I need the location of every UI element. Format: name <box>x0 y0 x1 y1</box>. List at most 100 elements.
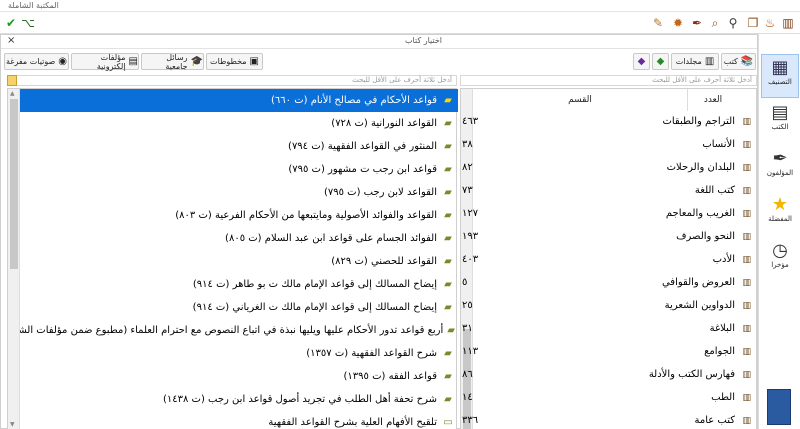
book-open-icon[interactable]: ❐ <box>745 15 761 31</box>
category-name: الأنساب <box>702 139 735 150</box>
app-title: المكتبة الشاملة <box>8 1 59 10</box>
book-row[interactable]: ▰ أربع قواعد تدور الأحكام عليها ويليها نب… <box>20 319 458 342</box>
category-count: ٨٦ <box>462 369 473 380</box>
book-row[interactable]: ▰ شرح القواعد الفقهية (ت ١٣٥٧) <box>20 342 458 365</box>
bookshelf-icon: ▥ <box>742 140 751 150</box>
scroll-thumb[interactable] <box>10 99 18 269</box>
bookshelf-icon: ▥ <box>742 117 751 127</box>
book-title: إيضاح المسالك إلى قواعد الإمام مالك ت بو… <box>192 279 437 290</box>
book-row[interactable]: ▭ تلقيح الأفهام العلية بشرح القواعد الفقه… <box>20 411 458 429</box>
category-row[interactable]: ▥ البلاغة ٣١ <box>462 318 757 341</box>
check-icon[interactable]: ✔ <box>3 15 19 31</box>
disc-icon: ◉ <box>58 56 68 67</box>
book-row[interactable]: ▰ القواعد للحصني (ت ٨٢٩) <box>20 250 458 273</box>
category-row[interactable]: ▥ كتب عامة ٣٣٦ <box>462 410 757 429</box>
category-row[interactable]: ▥ العروض والقوافي ٥ <box>462 272 757 295</box>
title-bar: المكتبة الشاملة <box>0 0 800 12</box>
book-icon: ▰ <box>444 371 452 382</box>
book-icon: ▰ <box>444 348 452 359</box>
sidebar-item-classification[interactable]: ▦ التصنيف <box>761 54 799 98</box>
quill-icon[interactable]: ✒ <box>689 15 705 31</box>
book-title: القواعد للحصني (ت ٨٢٩) <box>331 256 437 267</box>
book-row[interactable]: ▰ شرح تحفة أهل الطلب في تجريد أصول قواعد … <box>20 388 458 411</box>
tab-manuscripts[interactable]: ▣ مخطوطات <box>206 53 263 70</box>
book-title: المنثور في القواعد الفقهية (ت ٧٩٤) <box>288 141 437 152</box>
book-title: تلقيح الأفهام العلية بشرح القواعد الفقهي… <box>268 417 437 428</box>
sidebar-item-books[interactable]: ▤ الكتب <box>761 100 799 144</box>
category-name: النحو والصرف <box>676 231 735 242</box>
books-filter-input[interactable]: أدخل ثلاثة أحرف على الأقل للبحث <box>7 75 457 86</box>
sidebar-item-favorites[interactable]: ★ المفضلة <box>761 192 799 236</box>
search-icon[interactable]: ⚲ <box>725 15 741 31</box>
tree-icon[interactable]: ⌥ <box>20 15 36 31</box>
sidebar-item-recent[interactable]: ◷ مؤخرا <box>761 238 799 282</box>
categories-filter-input[interactable]: أدخل ثلاثة أحرف على الأقل للبحث <box>460 75 757 86</box>
ebook-icon: ▤ <box>128 56 138 67</box>
close-icon[interactable]: × <box>7 35 15 46</box>
book-title: إيضاح المسالك إلى قواعد الإمام مالك ت ال… <box>192 302 437 313</box>
category-row[interactable]: ▥ التراجم والطبقات ٤٦٣ <box>462 111 757 134</box>
tab-audio[interactable]: ◉ صوتيات مفرغة <box>4 53 69 70</box>
book-row[interactable]: ▰ المنثور في القواعد الفقهية (ت ٧٩٤) <box>20 135 458 158</box>
category-count: ٣٣٦ <box>462 415 479 426</box>
book-icon: ▰ <box>444 279 452 290</box>
feather-icon: ✒ <box>772 148 788 169</box>
category-row[interactable]: ▥ البلدان والرحلات ٨٢ <box>462 157 757 180</box>
tab-bar: 📚 كتب ▥ مجلدات ◆ ◆ ▣ مخطوطات 🎓 رسائل جام… <box>1 51 757 73</box>
tab-volumes[interactable]: ▥ مجلدات <box>671 53 719 70</box>
books-stack-icon: ▤ <box>771 102 789 123</box>
fire-icon[interactable]: ♨ <box>762 15 778 31</box>
tab-green-book[interactable]: ◆ <box>652 53 669 70</box>
scroll-up-icon[interactable]: ▲ <box>10 90 15 97</box>
book-list-scrollbar[interactable]: ▲ ▼ <box>8 89 20 429</box>
tab-books[interactable]: 📚 كتب <box>721 53 756 70</box>
category-row[interactable]: ▥ الجوامع ١١٣ <box>462 341 757 364</box>
column-header-category[interactable]: القسم <box>473 89 688 111</box>
category-row[interactable]: ▥ الأنساب ٣٨ <box>462 134 757 157</box>
book-title: القواعد لابن رجب (ت ٧٩٥) <box>323 187 437 198</box>
category-row[interactable]: ▥ النحو والصرف ١٩٣ <box>462 226 757 249</box>
tab-ebooks[interactable]: ▤ مؤلفات إلكترونية <box>71 53 139 71</box>
books-icon[interactable]: ▥ <box>780 15 796 31</box>
category-row[interactable]: ▥ الغريب والمعاجم ١٢٧ <box>462 203 757 226</box>
category-row[interactable]: ▥ الطب ١٤ <box>462 387 757 410</box>
scroll-down-icon[interactable]: ▼ <box>10 421 15 428</box>
book-row[interactable]: ▰ إيضاح المسالك إلى قواعد الإمام مالك ت ا… <box>20 296 458 319</box>
book-row[interactable]: ▰ القواعد لابن رجب (ت ٧٩٥) <box>20 181 458 204</box>
sidebar-item-authors[interactable]: ✒ المؤلفون <box>761 146 799 190</box>
bookshelf-icon: ▥ <box>742 347 751 357</box>
category-name: الدواوين الشعرية <box>664 300 735 311</box>
category-name: الغريب والمعاجم <box>665 208 735 219</box>
graduation-cap-icon: 🎓 <box>190 56 203 67</box>
book-icon: ▰ <box>444 210 452 221</box>
category-name: البلدان والرحلات <box>666 162 735 173</box>
book-row[interactable]: ▰ القواعد والفوائد الأصولية ومايتبعها من … <box>20 204 458 227</box>
book-list: ▲ ▼ ▰ قواعد الأحكام في مصالح الأنام (ت ٦٦… <box>7 88 458 429</box>
book-row[interactable]: ▰ قواعد ابن رجب ت مشهور (ت ٧٩٥) <box>20 158 458 181</box>
category-row[interactable]: ▥ الدواوين الشعرية ٢٥ <box>462 295 757 318</box>
book-row[interactable]: ▰ الفوائد الجسام على قواعد ابن عبد السلام… <box>20 227 458 250</box>
book-row[interactable]: ▰ إيضاح المسالك إلى قواعد الإمام مالك ت ب… <box>20 273 458 296</box>
category-list: القسم العدد ▥ التراجم والطبقات ٤٦٣ ▥ الأنساب… <box>460 88 757 429</box>
tab-theses[interactable]: 🎓 رسائل جامعية <box>141 53 204 71</box>
category-count: ١٩٣ <box>462 231 479 242</box>
book-row[interactable]: ▰ القواعد النورانية (ت ٧٢٨) <box>20 112 458 135</box>
book-row[interactable]: ▰ قواعد الأحكام في مصالح الأنام (ت ٦٦٠) <box>20 89 458 112</box>
category-count: ٣١ <box>462 323 473 334</box>
category-row[interactable]: ▥ الأدب ٤٠٣ <box>462 249 757 272</box>
tab-purple-book[interactable]: ◆ <box>633 53 650 70</box>
category-count: ٤٠٣ <box>462 254 479 265</box>
search-doc-icon[interactable]: ⌕ <box>707 15 723 31</box>
category-row[interactable]: ▥ كتب اللغة ٧٣ <box>462 180 757 203</box>
category-row[interactable]: ▥ فهارس الكتب والأدلة ٨٦ <box>462 364 757 387</box>
bookshelf-icon: ▥ <box>742 255 751 265</box>
category-name: العروض والقوافي <box>661 277 735 288</box>
book-row[interactable]: ▰ قواعد الفقه (ت ١٣٩٥) <box>20 365 458 388</box>
star-icon: ★ <box>771 194 789 215</box>
sidebar: ▦ التصنيف ▤ الكتب ✒ المؤلفون ★ المفضلة ◷… <box>758 34 800 429</box>
column-header-count[interactable]: العدد <box>688 89 738 111</box>
book-title: الفوائد الجسام على قواعد ابن عبد السلام … <box>225 233 437 244</box>
folder-icon[interactable] <box>7 75 17 86</box>
gear-icon[interactable]: ✹ <box>670 15 686 31</box>
edit-icon[interactable]: ✎ <box>650 15 666 31</box>
